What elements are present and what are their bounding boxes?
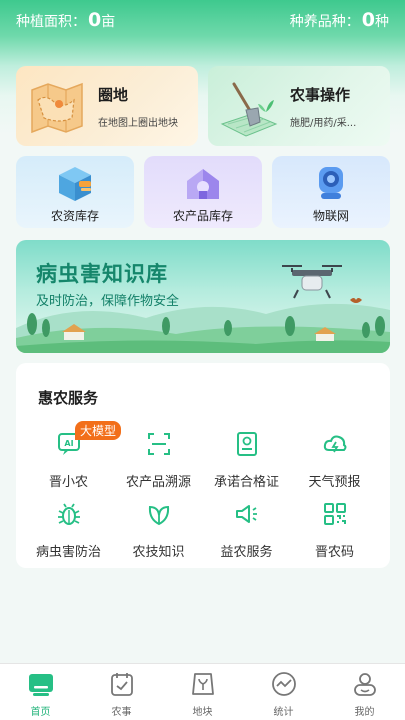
map-icon [31, 82, 83, 134]
certificate-icon [237, 432, 257, 456]
farm-operation-subtitle: 施肥/用药/采... [290, 118, 357, 129]
tab-mine[interactable]: 我的 [324, 664, 405, 720]
services-title: 惠农服务 [38, 389, 99, 407]
user-icon [353, 673, 376, 696]
service-item-weather[interactable]: 天气预报 [288, 431, 381, 491]
service-label: 病虫害防治 [35, 545, 101, 560]
tab-plots-label: 地块 [192, 707, 213, 718]
tab-statistics-label: 统计 [273, 707, 294, 718]
supplies-inventory-card[interactable]: 农资库存 [16, 156, 134, 228]
service-item-jinxiaonong[interactable]: AI 晋小农 [22, 431, 115, 491]
species-count-unit: 种 [375, 14, 389, 30]
iot-card[interactable]: 物联网 [272, 156, 390, 228]
chart-icon [271, 672, 296, 696]
banner-title: 病虫害知识库 [36, 262, 168, 286]
service-label: 晋农码 [314, 545, 354, 560]
leaf-icon [148, 505, 170, 526]
megaphone-icon [236, 505, 257, 523]
shovel-icon [220, 82, 278, 137]
tab-farm-work[interactable]: 农事 [81, 664, 162, 720]
tab-mine-label: 我的 [354, 707, 375, 718]
service-item-traceability[interactable]: 农产品溯源 [112, 431, 205, 491]
scan-icon [148, 433, 170, 455]
supply-box-icon [59, 167, 91, 201]
service-item-pest-control[interactable]: 病虫害防治 [22, 501, 115, 561]
enclose-land-card[interactable]: 圈地 在地图上圈出地块 [16, 66, 198, 146]
large-model-badge: 大模型 [75, 421, 122, 440]
enclose-land-title: 圈地 [98, 86, 129, 104]
calendar-check-icon [110, 673, 133, 696]
tab-home[interactable]: 首页 [0, 664, 81, 720]
pest-knowledge-banner[interactable]: 病虫害知识库 及时防治，保障作物安全 [16, 240, 390, 353]
species-count-stat: 种养品种： 0种 [290, 9, 389, 31]
service-item-agri-knowledge[interactable]: 农技知识 [112, 501, 205, 561]
farmer-services-panel: 惠农服务 大模型 AI 晋小农 农产品溯源 承诺合格证 天气预报 病虫害防治 农… [16, 363, 390, 568]
produce-inventory-card[interactable]: 农产品库存 [144, 156, 262, 228]
service-label: 晋小农 [48, 475, 88, 490]
tab-farm-work-label: 农事 [111, 707, 132, 718]
service-label: 益农服务 [220, 545, 273, 560]
service-label: 天气预报 [308, 475, 361, 490]
camera-icon [319, 167, 343, 199]
service-label: 农产品溯源 [125, 475, 191, 490]
farm-operation-title: 农事操作 [290, 86, 351, 104]
produce-inventory-label: 农产品库存 [172, 209, 233, 223]
species-count-label: 种养品种： [289, 14, 360, 30]
qr-icon [324, 503, 346, 525]
drone-icon [282, 265, 342, 299]
species-count-value: 0 [361, 9, 375, 31]
farm-operation-card[interactable]: 农事操作 施肥/用药/采... [208, 66, 390, 146]
service-item-certificate[interactable]: 承诺合格证 [200, 431, 293, 491]
bug-icon [58, 503, 80, 525]
tab-plots[interactable]: 地块 [162, 664, 243, 720]
service-label: 承诺合格证 [213, 475, 279, 490]
stats-bar: 种植面积： 0亩 种养品种： 0种 [0, 0, 405, 40]
supplies-inventory-label: 农资库存 [50, 209, 99, 223]
service-item-jinnong-code[interactable]: 晋农码 [288, 501, 381, 561]
tab-statistics[interactable]: 统计 [243, 664, 324, 720]
planting-area-value: 0 [88, 9, 102, 31]
enclose-land-subtitle: 在地图上圈出地块 [98, 118, 178, 129]
planting-area-label: 种植面积： [16, 14, 86, 30]
home-icon [28, 674, 53, 696]
service-item-yinong[interactable]: 益农服务 [200, 501, 293, 561]
banner-subtitle: 及时防治，保障作物安全 [36, 294, 180, 309]
svg-text:AI: AI [64, 439, 73, 448]
weather-icon [323, 435, 347, 453]
planting-area-stat: 种植面积： 0亩 [16, 9, 115, 31]
warehouse-icon [187, 169, 219, 199]
bottom-tab-bar: 首页 农事 地块 统计 我的 [0, 663, 405, 720]
planting-area-unit: 亩 [101, 14, 116, 30]
iot-label: 物联网 [312, 209, 349, 223]
tab-home-label: 首页 [30, 707, 51, 718]
service-label: 农技知识 [132, 545, 185, 560]
plot-icon [191, 673, 214, 695]
